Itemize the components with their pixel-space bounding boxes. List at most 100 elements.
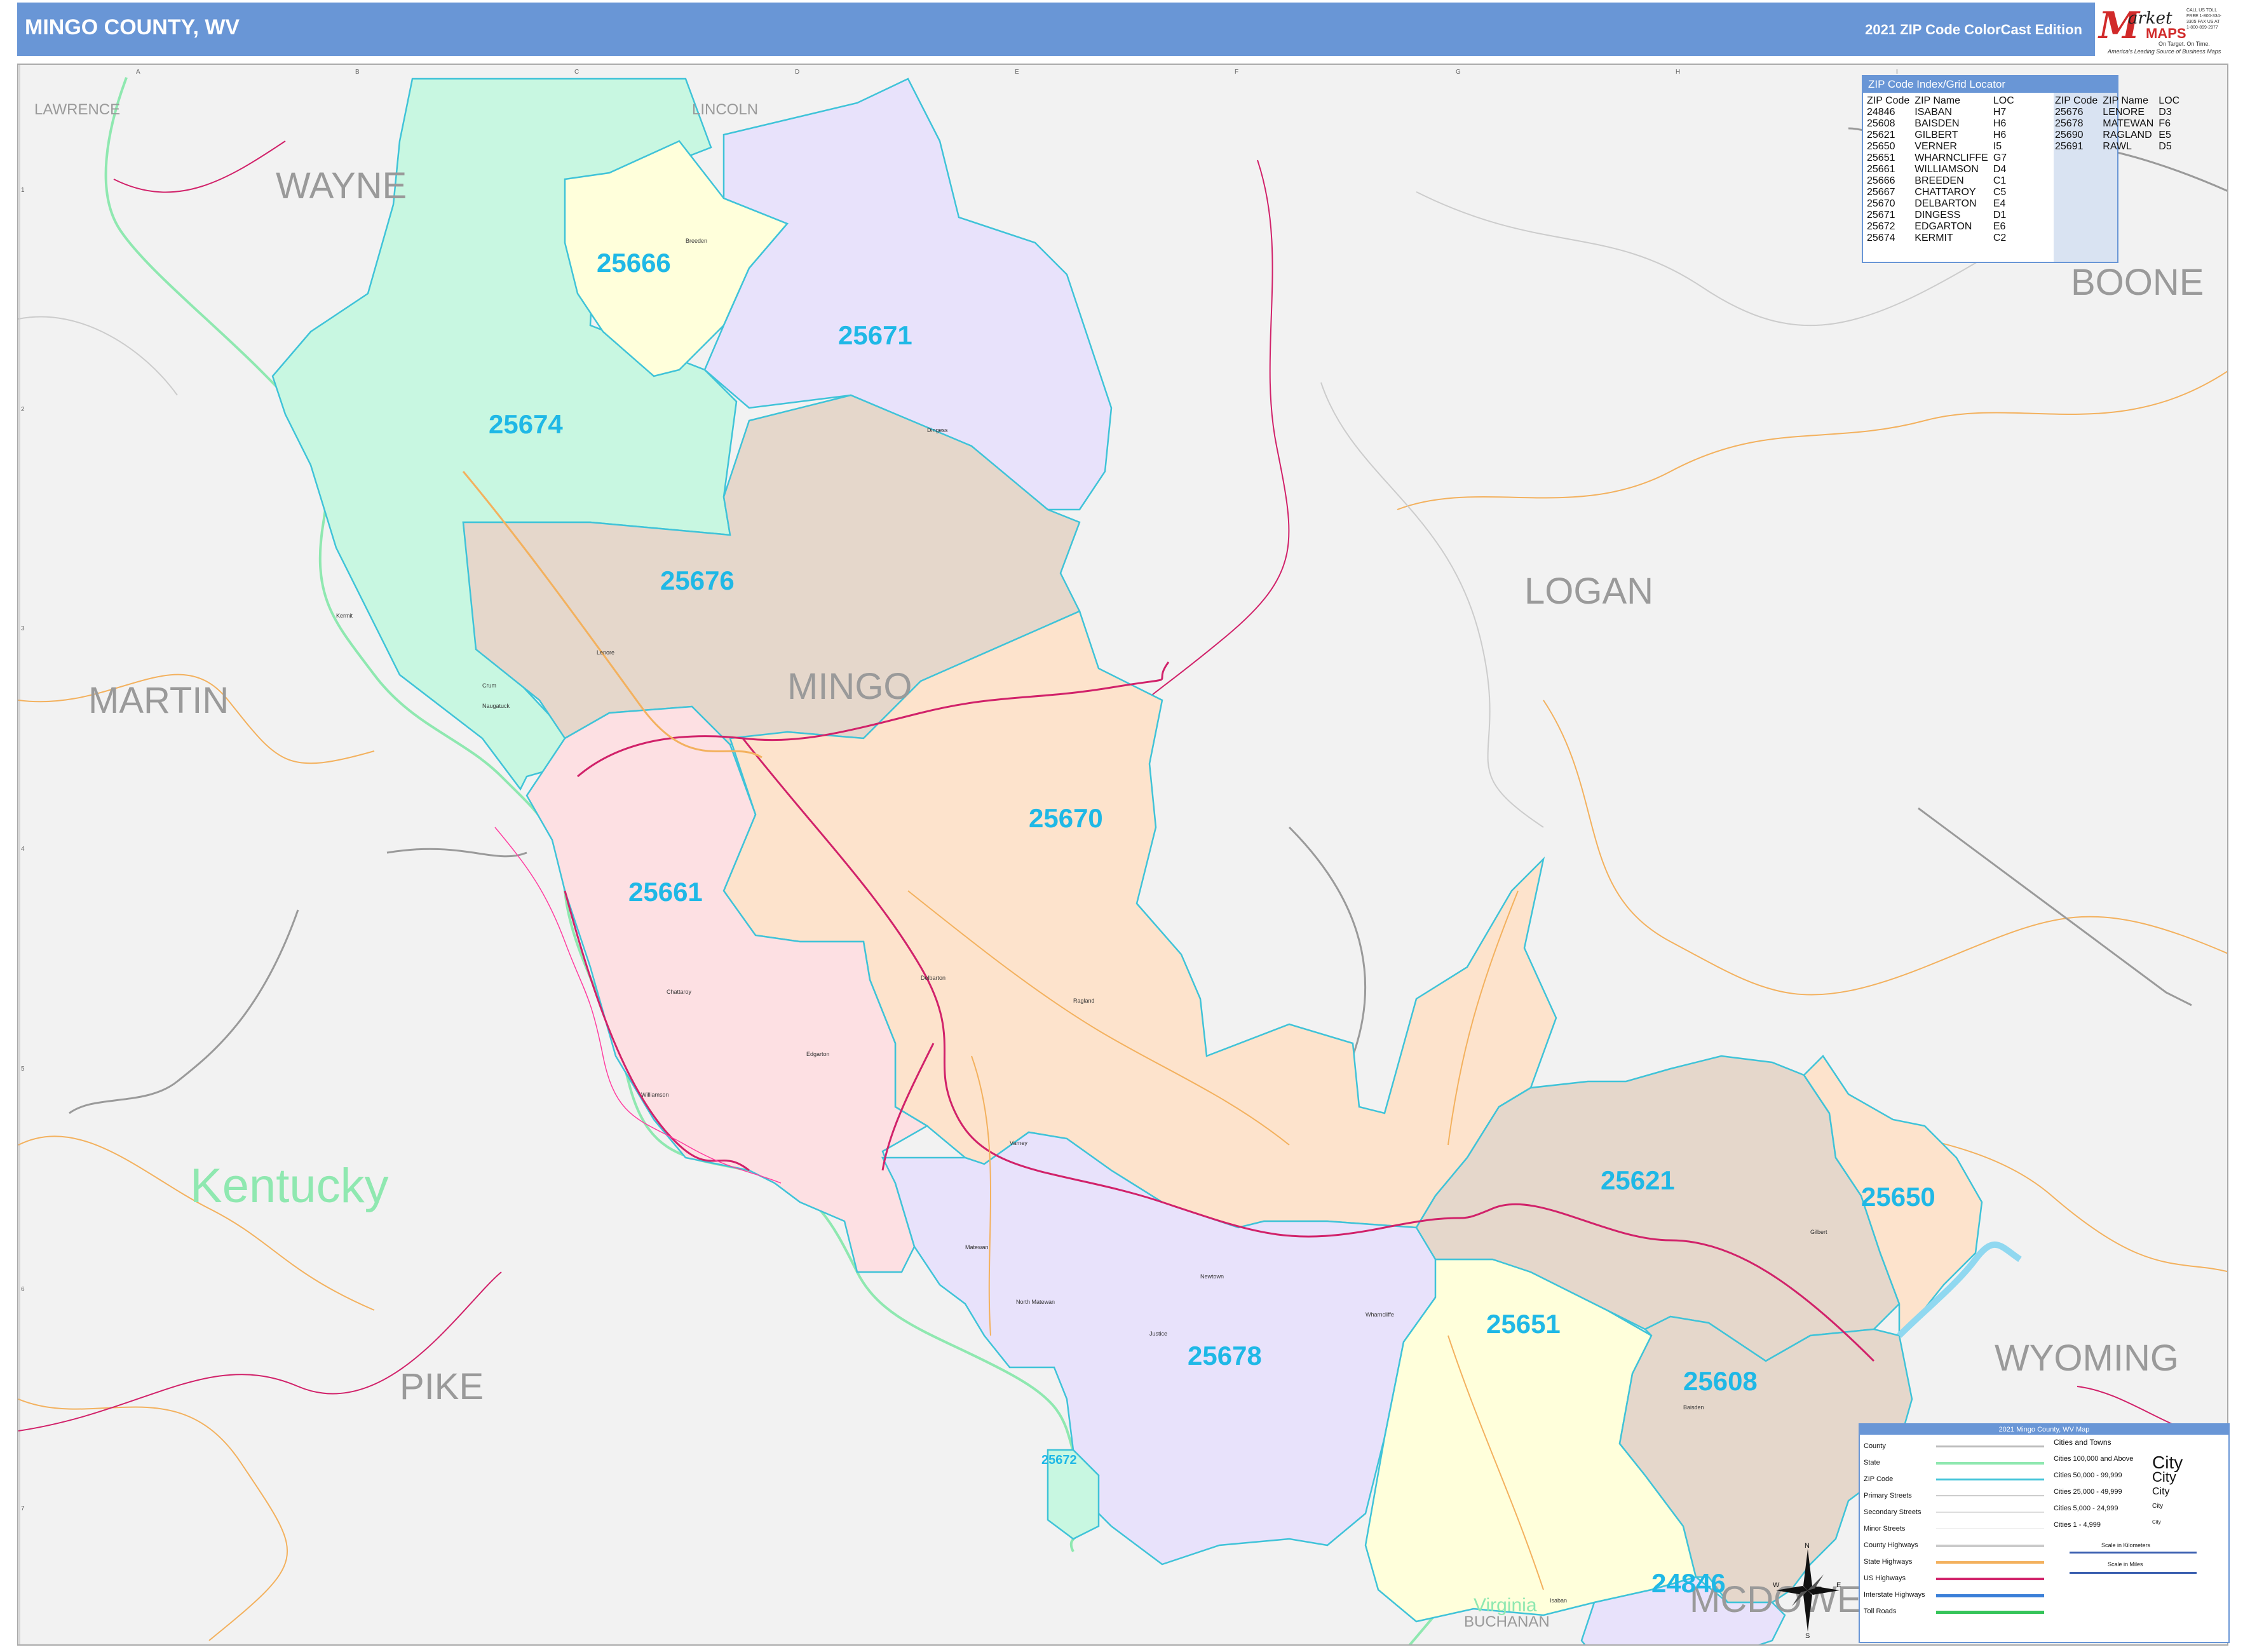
zip-index-cell: MATEWAN — [2103, 118, 2154, 129]
zip-index-cell: D1 — [1993, 210, 2007, 220]
zip-label-25671: 25671 — [838, 320, 912, 350]
town-label: Newtown — [1200, 1273, 1224, 1280]
grid-row-6: 6 — [21, 1286, 25, 1293]
legend-item: State Highways — [1864, 1558, 1913, 1566]
zip-index-row: 25667 CHATTAROY C5 — [1864, 187, 2017, 198]
town-label: Dingess — [927, 427, 948, 433]
legend-item: Minor Streets — [1864, 1525, 1906, 1533]
zip-index-cell: ISABAN — [1915, 107, 1952, 118]
town-label: Gilbert — [1810, 1229, 1827, 1235]
town-label: Baisden — [1683, 1404, 1704, 1411]
grid-col-a: A — [136, 69, 140, 76]
county-label-boone: BOONE — [2071, 262, 2204, 303]
zip-index-row: 25691 RAWL D5 — [2052, 141, 2182, 152]
town-label: Crum — [482, 682, 496, 689]
zip-index-cell: H6 — [1993, 130, 2007, 140]
zip-index-row: 25621 GILBERT H6 — [1864, 130, 2017, 141]
market-maps-logo: M arket MAPS On Target. On Time. America… — [2095, 3, 2228, 56]
town-label: Chattaroy — [667, 989, 692, 995]
zip-index-row: 25672 EDGARTON E6 — [1864, 221, 2017, 233]
zip-index-row: 25650 VERNER I5 — [1864, 141, 2017, 152]
zip-index-header: LOC — [1993, 95, 2014, 106]
state-label-kentucky: Kentucky — [190, 1159, 389, 1213]
zip-label-25608: 25608 — [1683, 1366, 1758, 1396]
zip-index-cell: D3 — [2159, 107, 2172, 118]
zip-index-row: 25674 KERMIT C2 — [1864, 233, 2017, 244]
zip-label-25661: 25661 — [628, 877, 703, 907]
map-title: MINGO COUNTY, WV — [25, 15, 240, 39]
zip-index-cell: 25676 — [2055, 107, 2084, 118]
grid-col-b: B — [355, 69, 360, 76]
legend-item: Primary Streets — [1864, 1492, 1912, 1500]
town-label: Wharncliffe — [1366, 1311, 1394, 1318]
zip-index-cell: WILLIAMSON — [1915, 164, 1979, 175]
compass-w: W — [1773, 1581, 1780, 1589]
zip-index-table-left: ZIP Code ZIP Name LOC 24846 ISABAN H7 25608 BAI… — [1864, 95, 2017, 244]
zip-index-cell: 25608 — [1867, 118, 1895, 129]
grid-col-c: C — [574, 69, 579, 76]
town-label: Varney — [1010, 1140, 1027, 1146]
legend-item: Interstate Highways — [1864, 1591, 1925, 1599]
legend-swatch — [1936, 1611, 2044, 1614]
zip-index-cell: 25661 — [1867, 164, 1895, 175]
zip-index-header: ZIP Code — [1867, 95, 1910, 106]
legend-swatch — [1936, 1462, 2044, 1465]
scale-bar-km — [2070, 1552, 2197, 1554]
legend-swatch — [1936, 1495, 2044, 1496]
zip-index-row: 25678 MATEWAN F6 — [2052, 118, 2182, 130]
county-label-martin: MARTIN — [88, 680, 229, 721]
zip-label-25651: 25651 — [1486, 1309, 1561, 1339]
scale-bar-mi — [2070, 1572, 2197, 1574]
zip-index-header: ZIP Code — [2055, 95, 2098, 106]
zip-index-row: 25661 WILLIAMSON D4 — [1864, 164, 2017, 175]
legend-item: ZIP Code — [1864, 1475, 1894, 1483]
zip-index-cell: 25651 — [1867, 152, 1895, 163]
legend-swatch — [1936, 1512, 2044, 1513]
zip-index-cell: F6 — [2159, 118, 2171, 129]
legend-city-class: Cities 50,000 - 99,999 — [2054, 1472, 2122, 1479]
map-legend: 2021 Mingo County, WV Map Cities and Tow… — [1859, 1423, 2230, 1643]
zip-code-index: ZIP Code Index/Grid Locator ZIP Code ZIP … — [1862, 75, 2179, 263]
town-label: North Matewan — [1016, 1299, 1055, 1305]
zip-index-cell: 25667 — [1867, 187, 1895, 198]
edition-label: 2021 ZIP Code ColorCast Edition — [1865, 22, 2082, 37]
legend-item: County — [1864, 1442, 1886, 1450]
zip-index-cell: C2 — [1993, 233, 2007, 243]
legend-swatch — [1936, 1528, 2044, 1529]
legend-swatch — [1936, 1561, 2044, 1564]
zip-label-25670: 25670 — [1029, 803, 1103, 833]
town-label: Justice — [1149, 1330, 1167, 1337]
zip-index-title: ZIP Code Index/Grid Locator — [1863, 76, 2117, 93]
legend-item: County Highways — [1864, 1541, 1918, 1549]
legend-scale-km: Scale in Kilometers — [2101, 1542, 2151, 1548]
zip-index-cell: BREEDEN — [1915, 175, 1964, 186]
zip-index-cell: H6 — [1993, 118, 2007, 129]
zip-label-25674: 25674 — [489, 409, 563, 439]
zip-index-cell: 25621 — [1867, 130, 1895, 140]
county-label-logan: LOGAN — [1524, 571, 1653, 612]
zip-index-cell: DINGESS — [1915, 210, 1961, 220]
zip-index-header: LOC — [2159, 95, 2180, 106]
header-bar: MINGO COUNTY, WV 2021 ZIP Code ColorCast… — [17, 3, 2228, 56]
zip-index-cell: H7 — [1993, 107, 2007, 118]
zip-index-cell: 25691 — [2055, 141, 2084, 152]
legend-city-class: Cities 5,000 - 24,999 — [2054, 1505, 2118, 1512]
town-label: Ragland — [1073, 998, 1095, 1004]
compass-n: N — [1805, 1543, 1810, 1550]
zip-index-cell: VERNER — [1915, 141, 1957, 152]
legend-city-class: Cities 25,000 - 49,999 — [2054, 1488, 2122, 1496]
zip-index-cell: 25674 — [1867, 233, 1895, 243]
zip-label-24846: 24846 — [1651, 1568, 1726, 1598]
zip-index-cell: GILBERT — [1915, 130, 1958, 140]
legend-city-example: City — [2152, 1519, 2161, 1525]
zip-index-cell: 25690 — [2055, 130, 2084, 140]
zip-index-cell: C5 — [1993, 187, 2007, 198]
zip-index-row: 25671 DINGESS D1 — [1864, 210, 2017, 221]
town-label: Delbarton — [921, 975, 945, 981]
compass-e: E — [1836, 1581, 1841, 1589]
zip-index-cell: E5 — [2159, 130, 2171, 140]
legend-swatch — [1936, 1594, 2044, 1597]
legend-item: Secondary Streets — [1864, 1508, 1921, 1516]
zip-index-header: ZIP Name — [2103, 95, 2149, 106]
zip-index-cell: CHATTAROY — [1915, 187, 1976, 198]
